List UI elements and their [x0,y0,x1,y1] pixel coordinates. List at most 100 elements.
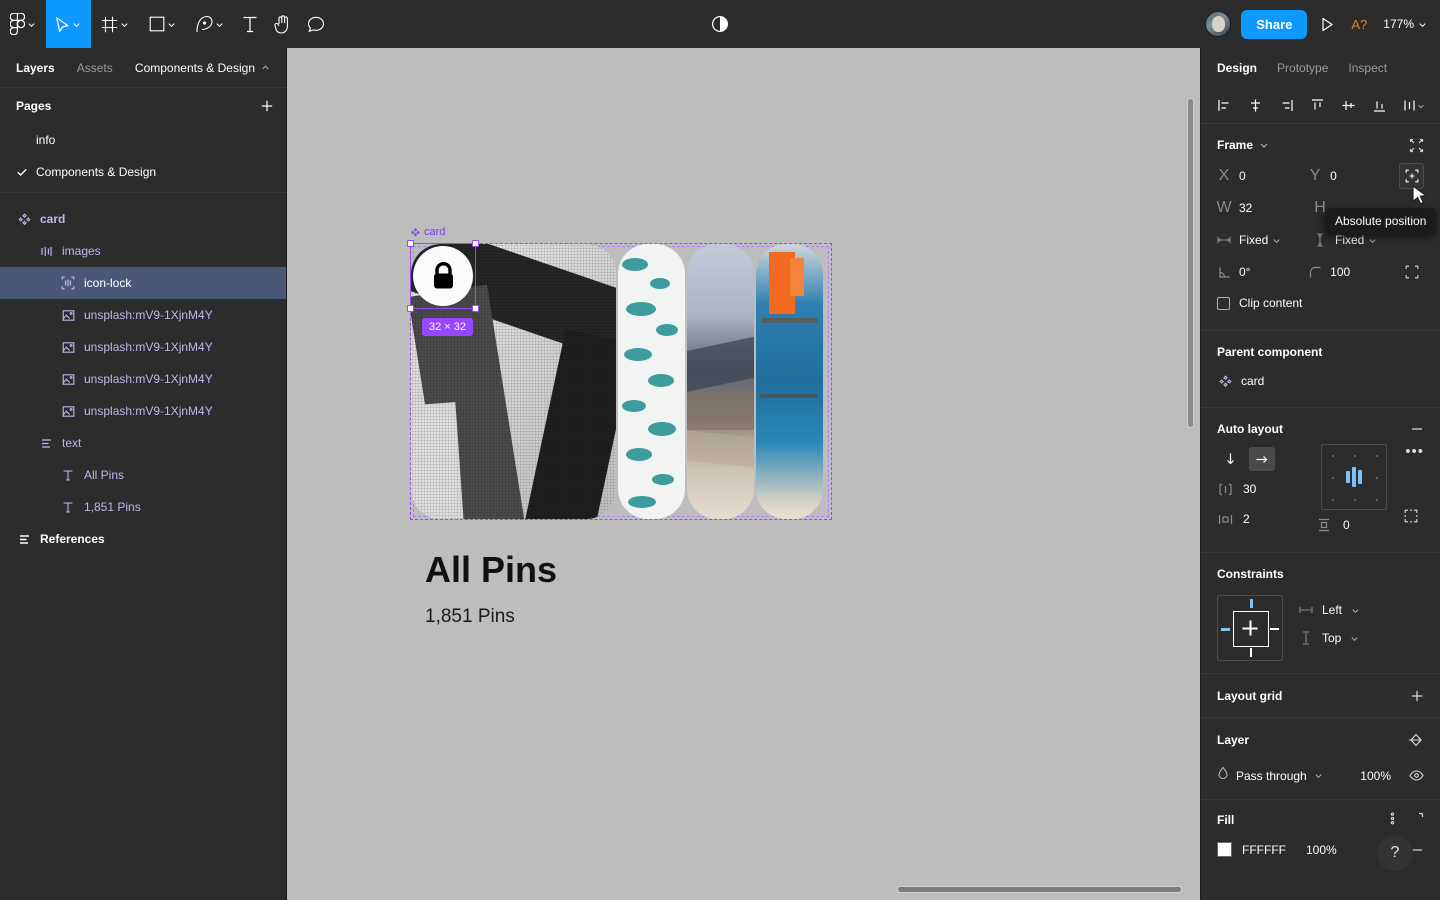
x-value[interactable]: 0 [1239,169,1246,183]
resize-handle-bottom-left[interactable] [407,305,414,312]
file-name-dropdown[interactable]: Components & Design [135,61,270,75]
w-value[interactable]: 32 [1239,201,1252,215]
clip-content-toggle[interactable]: Clip content [1217,288,1424,318]
layer-row-images[interactable]: images [0,235,286,267]
tab-design[interactable]: Design [1217,61,1257,75]
direction-horizontal-button[interactable] [1249,447,1275,471]
contrast-icon[interactable] [703,0,737,48]
design-canvas[interactable]: card 32 × 32 All Pins 1,851 Pins [287,48,1200,900]
zoom-control[interactable]: 177% [1380,17,1430,31]
align-horizontal-center-icon[interactable] [1242,93,1268,119]
selection-box[interactable] [407,240,479,312]
parent-component-link[interactable]: card [1217,367,1424,395]
chevron-down-icon[interactable] [1259,140,1269,150]
tab-prototype[interactable]: Prototype [1277,61,1328,75]
checkbox-icon[interactable] [1217,296,1230,310]
horizontal-resize-field[interactable]: Fixed [1217,233,1313,247]
frame-tool-icon[interactable] [91,0,139,48]
move-tool-icon[interactable] [46,0,91,48]
layer-row-unsplash-2[interactable]: unsplash:mV9-1XjnM4Y [0,331,286,363]
play-icon[interactable] [1317,17,1338,32]
align-top-icon[interactable] [1304,93,1330,119]
y-field[interactable]: Y 0 [1308,167,1399,185]
avatar[interactable] [1205,11,1232,37]
layer-row-unsplash-4[interactable]: unsplash:mV9-1XjnM4Y [0,395,286,427]
card-image-2[interactable] [618,244,685,519]
pen-tool-icon[interactable] [186,0,234,48]
corner-radius-value[interactable]: 100 [1330,265,1350,279]
hand-tool-icon[interactable] [266,0,299,48]
blend-mode-dropdown[interactable]: Pass through [1217,766,1352,785]
resize-to-fit-button[interactable] [1409,138,1424,153]
vertical-resize-value[interactable]: Fixed [1335,233,1364,247]
layer-opacity-value[interactable]: 100% [1360,769,1391,783]
gap-field[interactable]: 30 [1217,474,1317,504]
layer-row-unsplash-1[interactable]: unsplash:mV9-1XjnM4Y [0,299,286,331]
assistant-badge[interactable]: A? [1348,17,1370,32]
rotation-field[interactable]: 0° [1217,265,1308,279]
fill-opacity-value[interactable]: 100% [1306,843,1337,857]
align-bottom-icon[interactable] [1367,93,1393,119]
align-left-icon[interactable] [1211,93,1237,119]
share-button[interactable]: Share [1241,9,1308,39]
resize-handle-top-right[interactable] [472,240,479,247]
gap-value[interactable]: 30 [1243,482,1256,496]
layer-visibility-toggle[interactable] [1409,770,1424,781]
independent-corners-icon[interactable] [1399,259,1424,285]
align-right-icon[interactable] [1273,93,1299,119]
remove-auto-layout-button[interactable] [1410,422,1424,436]
direction-vertical-button[interactable] [1217,447,1243,471]
alignment-pad[interactable] [1321,444,1387,510]
card-frame[interactable]: 32 × 32 [407,240,832,520]
x-field[interactable]: X 0 [1217,167,1308,185]
shape-tool-icon[interactable] [139,0,186,48]
resize-handle-top-left[interactable] [407,240,414,247]
page-item-components-design[interactable]: Components & Design [0,156,286,188]
add-layout-grid-button[interactable] [1410,689,1424,703]
vertical-constraint-dropdown[interactable]: Top [1299,631,1360,645]
help-button[interactable]: ? [1377,835,1413,871]
frame-name-label[interactable]: card [411,226,445,238]
fill-color-swatch[interactable] [1217,842,1232,857]
canvas-horizontal-scrollbar[interactable] [897,886,1182,893]
add-fill-button[interactable] [1411,812,1424,828]
y-value[interactable]: 0 [1330,169,1337,183]
vertical-padding-field[interactable]: 0 [1317,518,1350,532]
tab-inspect[interactable]: Inspect [1348,61,1387,75]
fill-styles-button[interactable] [1386,812,1399,828]
layer-row-1851-pins[interactable]: 1,851 Pins [0,491,286,523]
layer-row-unsplash-3[interactable]: unsplash:mV9-1XjnM4Y [0,363,286,395]
figma-logo-icon[interactable] [0,0,46,48]
horizontal-resize-value[interactable]: Fixed [1239,233,1268,247]
card-artboard[interactable]: card 32 × 32 All Pins 1,851 Pins [407,226,832,627]
vertical-resize-field[interactable]: Fixed [1313,233,1409,247]
tab-layers[interactable]: Layers [16,61,55,75]
text-tool-icon[interactable] [234,0,266,48]
horizontal-constraint-dropdown[interactable]: Left [1299,603,1360,617]
page-item-info[interactable]: info [0,124,286,156]
layer-row-icon-lock[interactable]: icon-lock [0,267,286,299]
horizontal-padding-value[interactable]: 2 [1243,512,1250,526]
width-field[interactable]: W 32 [1216,199,1313,217]
comment-tool-icon[interactable] [299,0,333,48]
constraints-diagram[interactable] [1217,595,1283,661]
resize-handle-bottom-right[interactable] [472,305,479,312]
auto-layout-more-options-button[interactable]: ••• [1405,444,1424,459]
distribute-icon[interactable] [1398,93,1430,119]
corner-radius-field[interactable]: 100 [1308,265,1399,279]
layer-row-references[interactable]: References [0,523,286,555]
layer-effects-button[interactable] [1408,733,1424,747]
card-image-3[interactable] [687,244,754,519]
canvas-vertical-scrollbar[interactable] [1187,98,1194,428]
absolute-position-icon[interactable] [1399,163,1424,189]
clip-content-auto-layout-icon[interactable] [1398,503,1424,529]
rotation-value[interactable]: 0° [1239,265,1250,279]
horizontal-padding-field[interactable]: 2 [1217,504,1317,534]
align-vertical-center-icon[interactable] [1336,93,1362,119]
layer-row-card[interactable]: card [0,203,286,235]
add-page-button[interactable] [260,99,274,113]
fill-hex-value[interactable]: FFFFFF [1242,843,1286,857]
layer-row-text[interactable]: text [0,427,286,459]
tab-assets[interactable]: Assets [77,61,113,75]
layer-row-all-pins[interactable]: All Pins [0,459,286,491]
